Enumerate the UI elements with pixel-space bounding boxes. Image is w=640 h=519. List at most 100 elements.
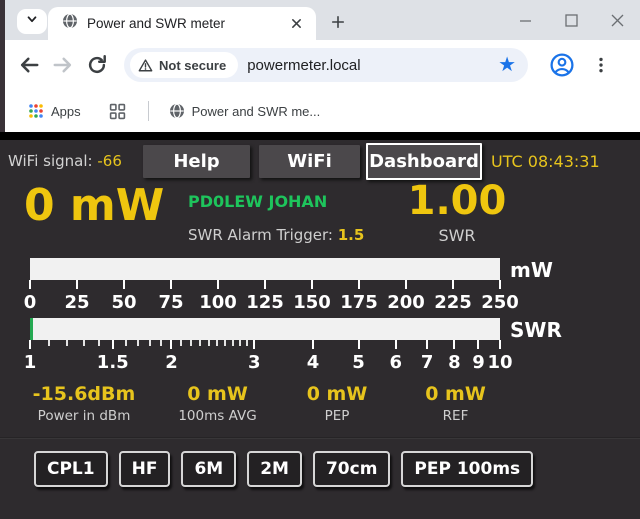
window-controls: [502, 0, 640, 40]
wifi-signal-label: WiFi signal:: [8, 152, 93, 170]
window-edge: [0, 0, 5, 132]
hf-button[interactable]: HF: [119, 451, 171, 487]
gauge-tick-label: 225: [434, 292, 472, 313]
section-divider: [0, 437, 640, 439]
gauge-minor-tick: [180, 340, 182, 346]
gauge-tick-label: 4: [307, 352, 320, 373]
swr-readout: 1.00: [403, 178, 511, 224]
stat-avg: 0 mW 100ms AVG: [154, 383, 281, 424]
gauge-major-tick: [426, 340, 428, 349]
gauge-major-tick: [358, 340, 360, 349]
gauge-major-tick: [253, 340, 255, 349]
gauge-tick-label: 5: [352, 352, 365, 373]
bookmark-item[interactable]: Power and SWR me...: [163, 99, 327, 123]
gauge-major-tick: [477, 340, 479, 349]
gauge-major-tick: [112, 340, 114, 349]
tab-search-button[interactable]: [17, 9, 47, 34]
address-bar[interactable]: Not secure powermeter.local ★: [124, 48, 528, 82]
maximize-button[interactable]: [548, 0, 594, 40]
chrome-page-divider: [0, 132, 640, 140]
bookmarks-separator: [148, 101, 149, 121]
stat-pep: 0 mW PEP: [281, 383, 393, 424]
swr-readout-block: 1.00 SWR: [403, 178, 511, 245]
back-button[interactable]: [12, 48, 46, 82]
power-readout: 0 mW: [24, 180, 164, 231]
gauge-major-tick: [123, 280, 125, 289]
gauge-minor-tick: [125, 340, 127, 346]
stat-pep-label: PEP: [281, 408, 393, 424]
globe-favicon-icon: [169, 103, 185, 119]
power-gauge-ticks: [30, 280, 500, 291]
minimize-button[interactable]: [502, 0, 548, 40]
grid-icon: [109, 103, 126, 120]
gauge-major-tick: [405, 280, 407, 289]
6m-button[interactable]: 6M: [181, 451, 236, 487]
70cm-button[interactable]: 70cm: [313, 451, 390, 487]
browser-toolbar: Not secure powermeter.local ★: [0, 40, 640, 90]
gauge-tick-label: 9: [472, 352, 485, 373]
gauge-major-tick: [311, 280, 313, 289]
gauge-major-tick: [264, 280, 266, 289]
utc-clock: UTC 08:43:31: [491, 152, 600, 171]
gauge-tick-label: 125: [246, 292, 284, 313]
gauge-major-tick: [170, 340, 172, 349]
gauge-major-tick: [29, 340, 31, 349]
help-button[interactable]: Help: [143, 145, 250, 178]
gauge-major-tick: [29, 280, 31, 289]
swr-alarm-trigger: SWR Alarm Trigger: 1.5: [188, 226, 364, 244]
profile-button[interactable]: [550, 53, 574, 77]
gauge-tick-label: 10: [487, 352, 512, 373]
gauge-tick-label: 150: [293, 292, 331, 313]
forward-button[interactable]: [46, 48, 80, 82]
gauge-tick-label: 1.5: [97, 352, 129, 373]
close-button[interactable]: [594, 0, 640, 40]
gauge-tick-label: 100: [199, 292, 237, 313]
gauge-minor-tick: [137, 340, 139, 346]
gauge-major-tick: [358, 280, 360, 289]
gauge-tick-label: 25: [64, 292, 89, 313]
dashboard-button[interactable]: Dashboard: [366, 143, 482, 180]
bookmark-title: Power and SWR me...: [192, 104, 321, 119]
grid-button[interactable]: [103, 99, 132, 124]
url-text[interactable]: powermeter.local: [247, 57, 494, 74]
swr-alarm-value: 1.5: [338, 226, 365, 244]
wifi-button[interactable]: WiFi: [259, 145, 360, 178]
swr-gauge: 11.52345678910: [30, 318, 500, 375]
gauge-minor-tick: [216, 340, 218, 346]
gauge-minor-tick: [190, 340, 192, 346]
stat-ref-label: REF: [393, 408, 518, 424]
gauge-minor-tick: [224, 340, 226, 346]
stat-avg-value: 0 mW: [154, 383, 281, 405]
new-tab-button[interactable]: [326, 10, 350, 34]
browser-menu-button[interactable]: [588, 52, 614, 78]
bookmark-star-icon[interactable]: ★: [494, 55, 520, 75]
gauge-major-tick: [217, 280, 219, 289]
gauge-major-tick: [170, 280, 172, 289]
power-meter-page: WiFi signal: -66 Help WiFi Dashboard UTC…: [0, 140, 640, 519]
security-chip[interactable]: Not secure: [130, 52, 238, 78]
stat-avg-label: 100ms AVG: [154, 408, 281, 424]
browser-window: Power and SWR meter: [0, 0, 640, 519]
2m-button[interactable]: 2M: [247, 451, 302, 487]
gauge-minor-tick: [246, 340, 248, 346]
stat-dbm: -15.6dBm Power in dBm: [14, 383, 154, 424]
stat-pep-value: 0 mW: [281, 383, 393, 405]
wifi-signal: WiFi signal: -66: [8, 152, 140, 170]
pep-100ms-button[interactable]: PEP 100ms: [401, 451, 533, 487]
power-gauge: 0255075100125150175200225250: [30, 258, 500, 315]
swr-alarm-label: SWR Alarm Trigger:: [188, 226, 333, 244]
browser-tab[interactable]: Power and SWR meter: [48, 7, 316, 40]
tab-close-icon[interactable]: [286, 14, 306, 34]
gauge-tick-label: 3: [248, 352, 261, 373]
tab-title: Power and SWR meter: [87, 16, 286, 31]
chevron-down-icon: [25, 12, 39, 31]
callsign: PD0LEW JOHAN: [188, 192, 327, 211]
gauge-tick-label: 8: [448, 352, 461, 373]
tab-strip: Power and SWR meter: [0, 0, 640, 40]
gauge-minor-tick: [208, 340, 210, 346]
cpl1-button[interactable]: CPL1: [34, 451, 108, 487]
apps-shortcut[interactable]: Apps: [22, 99, 87, 123]
gauge-tick-label: 200: [387, 292, 425, 313]
power-gauge-track: [30, 258, 500, 280]
reload-button[interactable]: [80, 48, 114, 82]
